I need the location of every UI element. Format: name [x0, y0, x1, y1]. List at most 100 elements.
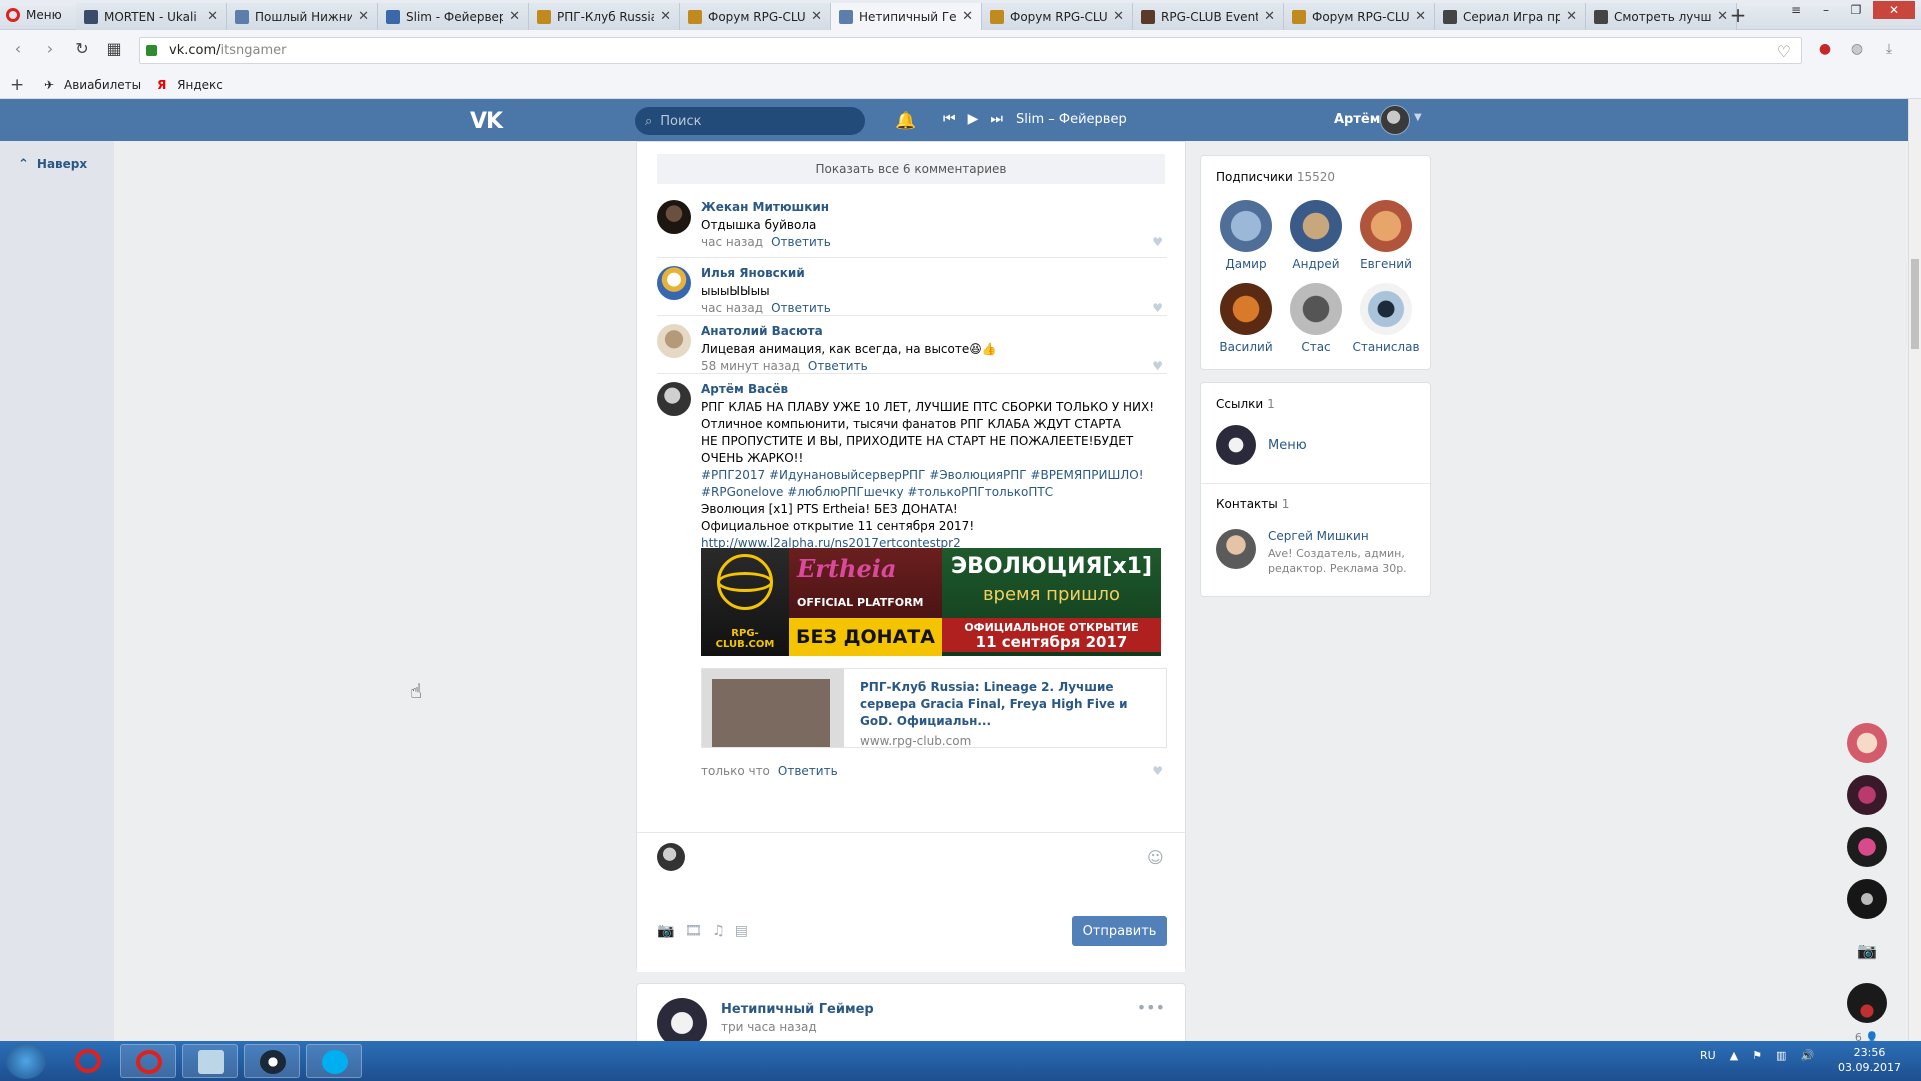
subscriber[interactable]: Дамир	[1211, 200, 1281, 271]
download-icon[interactable]: ⤓	[1878, 38, 1900, 60]
taskbar-steam[interactable]	[244, 1044, 300, 1078]
contacts-header[interactable]: Контакты 1	[1216, 497, 1289, 511]
search-box[interactable]: ⌕	[635, 107, 865, 135]
scrollbar-thumb[interactable]	[1911, 259, 1919, 349]
user-name[interactable]: Артём	[1334, 112, 1380, 127]
contact-item[interactable]: Сергей Мишкин Ave! Создатель, админ, ред…	[1216, 529, 1407, 576]
promo-banner-image[interactable]: RPG-CLUB.COM Ertheia OFFICIAL PLATFORM Б…	[701, 548, 1161, 656]
flag-icon[interactable]: ⚑	[1752, 1049, 1762, 1062]
search-input[interactable]	[660, 113, 841, 129]
video-icon[interactable]: 🎞	[684, 923, 702, 939]
commenter-avatar[interactable]	[657, 266, 691, 300]
like-heart-icon[interactable]: ♥	[1152, 301, 1163, 315]
scroll-to-top-button[interactable]: ⌃ Наверх	[18, 157, 87, 172]
camera-icon[interactable]: 📷	[1847, 931, 1887, 971]
commenter-avatar[interactable]	[657, 382, 691, 416]
url-field[interactable]: vk.com/itsngamer ♡	[139, 37, 1802, 64]
maximize-icon[interactable]: ❐	[1843, 1, 1869, 19]
comment-author[interactable]: Артём Васёв	[701, 382, 788, 396]
vk-logo[interactable]: VK	[470, 109, 503, 134]
browser-tab-active[interactable]: Нетипичный Гей ✕	[831, 3, 982, 30]
close-tab-icon[interactable]: ✕	[660, 9, 671, 24]
new-tab-button[interactable]: +	[1724, 3, 1752, 29]
close-tab-icon[interactable]: ✕	[962, 9, 973, 24]
reply-link[interactable]: Ответить	[808, 359, 868, 373]
comment-time[interactable]: час назад	[701, 301, 763, 315]
more-options-icon[interactable]: •••	[1137, 998, 1165, 1017]
tab-menu-icon[interactable]: ≡	[1783, 1, 1809, 19]
online-count[interactable]: 6 👤	[1840, 1031, 1894, 1041]
subscriber[interactable]: Евгений	[1351, 200, 1421, 271]
link-preview-title[interactable]: РПГ-Клуб Russia: Lineage 2. Лучшие серве…	[860, 679, 1150, 730]
speed-dial-icon[interactable]: ▦	[104, 39, 124, 59]
emoji-icon[interactable]: ☺	[1147, 848, 1164, 867]
music-icon[interactable]: ♫	[712, 923, 725, 939]
comment-input[interactable]	[697, 843, 1137, 871]
page-scrollbar[interactable]	[1908, 99, 1921, 1041]
bookmark-heart-icon[interactable]: ♡	[1777, 42, 1791, 61]
opera-menu-button[interactable]: Меню	[6, 5, 62, 25]
comment-time[interactable]: час назад	[701, 235, 763, 249]
comment-author[interactable]: Анатолий Васюта	[701, 324, 823, 338]
notifications-bell-icon[interactable]: 🔔	[895, 111, 916, 131]
reply-link[interactable]: Ответить	[778, 764, 838, 778]
volume-icon[interactable]: 🔊	[1800, 1049, 1814, 1062]
close-tab-icon[interactable]: ✕	[1415, 9, 1426, 24]
reply-link[interactable]: Ответить	[771, 235, 831, 249]
chat-avatar[interactable]	[1847, 983, 1887, 1023]
send-button[interactable]: Отправить	[1072, 916, 1167, 946]
close-tab-icon[interactable]: ✕	[358, 9, 369, 24]
like-heart-icon[interactable]: ♥	[1152, 235, 1163, 249]
play-icon[interactable]: ▶	[968, 111, 979, 127]
windows-start-button[interactable]	[6, 1043, 46, 1079]
taskbar-notepad[interactable]	[182, 1044, 238, 1078]
browser-tab[interactable]: РПГ-Клуб Russia ✕	[529, 3, 680, 30]
close-tab-icon[interactable]: ✕	[509, 9, 520, 24]
commenter-avatar[interactable]	[657, 324, 691, 358]
clock[interactable]: 23:56 03.09.2017	[1838, 1045, 1901, 1075]
chat-avatar[interactable]	[1847, 827, 1887, 867]
bookmark-aviabilety[interactable]: ✈ Авиабилеты	[44, 78, 141, 92]
hashtags[interactable]: #RPGonelove #люблюРПГшечку #толькоРПГтол…	[701, 484, 1171, 501]
taskbar-opera-active[interactable]	[120, 1044, 176, 1078]
like-heart-icon[interactable]: ♥	[1152, 764, 1163, 778]
comment-time[interactable]: 58 минут назад	[701, 359, 800, 373]
user-avatar[interactable]	[1380, 105, 1410, 135]
comment-author[interactable]: Илья Яновский	[701, 266, 805, 280]
opera-extension-icon[interactable]: ●	[1814, 38, 1836, 60]
subscriber[interactable]: Стас	[1281, 283, 1351, 354]
show-all-comments-button[interactable]: Показать все 6 комментариев	[657, 154, 1165, 184]
browser-tab[interactable]: Форум RPG-CLUB ✕	[680, 3, 831, 30]
left-strip[interactable]: ⌃ Наверх	[0, 141, 114, 1041]
browser-tab[interactable]: Форум RPG-CLUB ✕	[1284, 3, 1435, 30]
document-icon[interactable]: ▤	[735, 923, 748, 939]
camera-icon[interactable]: 📷	[657, 923, 674, 939]
post-author[interactable]: Нетипичный Геймер	[721, 1002, 874, 1017]
links-header[interactable]: Ссылки 1	[1216, 397, 1275, 411]
subscriber[interactable]: Василий	[1211, 283, 1281, 354]
browser-tab[interactable]: Смотреть лучши ✕	[1586, 3, 1737, 30]
chat-avatar[interactable]	[1847, 775, 1887, 815]
browser-tab[interactable]: MORTEN - Ukali ✕	[76, 3, 227, 30]
close-tab-icon[interactable]: ✕	[207, 9, 218, 24]
close-tab-icon[interactable]: ✕	[1566, 9, 1577, 24]
commenter-avatar[interactable]	[657, 200, 691, 234]
subscriber[interactable]: Андрей	[1281, 200, 1351, 271]
browser-tab[interactable]: RPG-CLUB Events ✕	[1133, 3, 1284, 30]
link-preview-card[interactable]: РПГ-Клуб Russia: Lineage 2. Лучшие серве…	[701, 668, 1167, 748]
reload-icon[interactable]: ↻	[72, 39, 92, 59]
next-track-icon[interactable]: ⏭	[990, 111, 1003, 127]
browser-tab[interactable]: Slim - Фейервер ✕	[378, 3, 529, 30]
minimize-icon[interactable]: –	[1813, 1, 1839, 19]
taskbar-skype[interactable]	[306, 1044, 362, 1078]
hashtags[interactable]: #РПГ2017 #ИдунановыйсерверРПГ #ЭволюцияР…	[701, 467, 1171, 484]
language-indicator[interactable]: RU	[1700, 1049, 1716, 1062]
network-icon[interactable]: ▥	[1776, 1049, 1786, 1062]
browser-tab[interactable]: Сериал Игра пре ✕	[1435, 3, 1586, 30]
chevron-down-icon[interactable]: ▼	[1414, 112, 1422, 123]
close-window-icon[interactable]: ✕	[1873, 1, 1915, 19]
like-heart-icon[interactable]: ♥	[1152, 359, 1163, 373]
browser-tab[interactable]: Форум RPG-CLUB ✕	[982, 3, 1133, 30]
post-time[interactable]: три часа назад	[721, 1020, 817, 1034]
subscribers-header[interactable]: Подписчики 15520	[1216, 170, 1335, 184]
